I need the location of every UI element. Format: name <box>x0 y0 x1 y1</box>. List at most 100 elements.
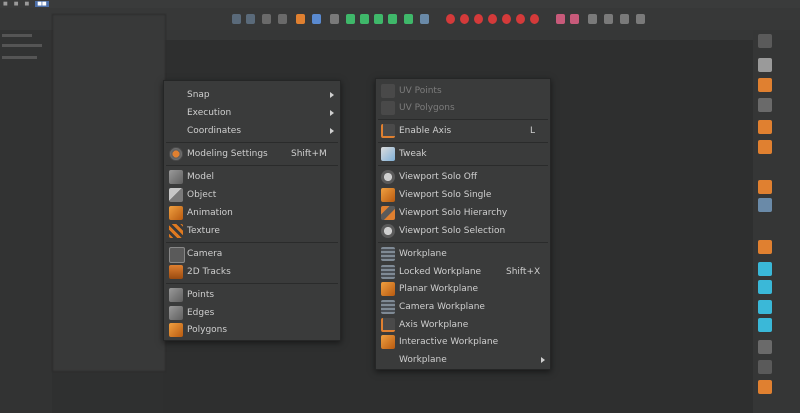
record-icon[interactable] <box>446 14 455 24</box>
menu-item-interactive-workplane[interactable]: Interactive Workplane <box>376 333 550 351</box>
record-icon[interactable] <box>530 14 539 24</box>
uv-polygons-icon <box>381 101 395 115</box>
menu-item-label: Viewport Solo Single <box>399 190 492 200</box>
toolbar-icon[interactable] <box>246 14 255 24</box>
menu-item-polygons[interactable]: Polygons <box>164 321 340 339</box>
menu-item-animation[interactable]: Animation <box>164 204 340 222</box>
menu-item-label: Model <box>187 172 215 182</box>
viewport-solo-selection-icon <box>381 224 395 238</box>
menu-separator <box>378 165 548 166</box>
record-icon[interactable] <box>474 14 483 24</box>
palette-icon[interactable] <box>758 180 772 194</box>
axis-workplane-icon <box>381 318 395 332</box>
menu-item-viewport-solo-selection[interactable]: Viewport Solo Selection <box>376 222 550 240</box>
toolbar-icon[interactable] <box>620 14 629 24</box>
menu-item-enable-axis[interactable]: Enable Axis L <box>376 122 550 140</box>
menu-item-object[interactable]: Object <box>164 186 340 204</box>
toolbar-icon[interactable] <box>262 14 271 24</box>
palette-icon[interactable] <box>758 34 772 48</box>
menu-item-label: Execution <box>187 108 232 118</box>
menu-item-uv-points[interactable]: UV Points <box>376 82 550 100</box>
toolbar-icon[interactable] <box>388 14 397 24</box>
toolbar-icon[interactable] <box>296 14 305 24</box>
menu-item-2d-tracks[interactable]: 2D Tracks <box>164 263 340 281</box>
palette-icon[interactable] <box>758 78 772 92</box>
menu-item-viewport-solo-single[interactable]: Viewport Solo Single <box>376 186 550 204</box>
uv-points-icon <box>381 84 395 98</box>
menu-item-planar-workplane[interactable]: Planar Workplane <box>376 280 550 298</box>
object-manager-panel <box>0 30 52 413</box>
palette-icon[interactable] <box>758 300 772 314</box>
toolbar-icon[interactable] <box>232 14 241 24</box>
menu-item-workplane[interactable]: Workplane <box>376 245 550 263</box>
menu-bar-item-active[interactable]: ■■ <box>35 1 49 7</box>
menu-item-label: Viewport Solo Hierarchy <box>399 208 508 218</box>
palette-icon[interactable] <box>758 318 772 332</box>
palette-icon[interactable] <box>758 58 772 72</box>
toolbar-icon[interactable] <box>404 14 413 24</box>
menu-item-edges[interactable]: Edges <box>164 304 340 322</box>
record-icon[interactable] <box>488 14 497 24</box>
toolbar-icon[interactable] <box>374 14 383 24</box>
palette-icon[interactable] <box>758 360 772 374</box>
menu-item-camera[interactable]: Camera <box>164 245 340 263</box>
menu-separator <box>378 242 548 243</box>
menu-item-snap[interactable]: Snap <box>164 86 340 104</box>
menu-item-viewport-solo-off[interactable]: Viewport Solo Off <box>376 168 550 186</box>
toolbar-icon[interactable] <box>346 14 355 24</box>
toolbar-icon[interactable] <box>636 14 645 24</box>
toolbar-icon[interactable] <box>312 14 321 24</box>
camera-workplane-icon <box>381 300 395 314</box>
menu-item-label: Camera <box>187 249 223 259</box>
toolbar-icon[interactable] <box>604 14 613 24</box>
menu-item-coordinates[interactable]: Coordinates <box>164 122 340 140</box>
menu-item-viewport-solo-hierarchy[interactable]: Viewport Solo Hierarchy <box>376 204 550 222</box>
menu-item-label: Locked Workplane <box>399 267 482 277</box>
toolbar-icon[interactable] <box>330 14 339 24</box>
palette-icon[interactable] <box>758 262 772 276</box>
menu-bar-item[interactable]: ■ <box>14 1 19 7</box>
palette-icon[interactable] <box>758 240 772 254</box>
menu-item-tweak[interactable]: Tweak <box>376 145 550 163</box>
toolbar-icon[interactable] <box>278 14 287 24</box>
record-icon[interactable] <box>502 14 511 24</box>
menu-item-modeling-settings[interactable]: Modeling Settings Shift+M <box>164 145 340 163</box>
palette-icon[interactable] <box>758 140 772 154</box>
menu-item-workplane-submenu[interactable]: Workplane <box>376 351 550 369</box>
palette-icon[interactable] <box>758 280 772 294</box>
palette-icon[interactable] <box>758 98 772 112</box>
toolbar-icon[interactable] <box>360 14 369 24</box>
toolbar-icon[interactable] <box>556 14 565 24</box>
menu-bar[interactable]: ■ ■ ■ ■■ <box>0 0 800 8</box>
menu-item-label: UV Points <box>399 86 442 96</box>
menu-item-model[interactable]: Model <box>164 168 340 186</box>
menu-item-texture[interactable]: Texture <box>164 222 340 240</box>
menu-bar-item[interactable]: ■ <box>24 1 29 7</box>
menu-item-shortcut: Shift+M <box>291 149 327 159</box>
palette-icon[interactable] <box>758 340 772 354</box>
2d-tracks-icon <box>169 265 183 279</box>
menu-item-label: Enable Axis <box>399 126 452 136</box>
record-icon[interactable] <box>516 14 525 24</box>
submenu-arrow-icon <box>330 92 334 98</box>
menu-separator <box>166 165 338 166</box>
palette-icon[interactable] <box>758 120 772 134</box>
record-icon[interactable] <box>460 14 469 24</box>
toolbar-icon[interactable] <box>570 14 579 24</box>
menu-item-label: Interactive Workplane <box>399 337 499 347</box>
menu-item-label: Camera Workplane <box>399 302 485 312</box>
menu-item-camera-workplane[interactable]: Camera Workplane <box>376 298 550 316</box>
menu-item-axis-workplane[interactable]: Axis Workplane <box>376 316 550 334</box>
menu-item-execution[interactable]: Execution <box>164 104 340 122</box>
menu-item-locked-workplane[interactable]: Locked Workplane Shift+X <box>376 263 550 281</box>
menu-item-label: Coordinates <box>187 126 242 136</box>
toolbar-icon[interactable] <box>588 14 597 24</box>
palette-icon[interactable] <box>758 198 772 212</box>
menu-item-label: Axis Workplane <box>399 320 469 330</box>
menu-item-points[interactable]: Points <box>164 286 340 304</box>
palette-icon[interactable] <box>758 380 772 394</box>
menu-item-uv-polygons[interactable]: UV Polygons <box>376 99 550 117</box>
toolbar-icon[interactable] <box>420 14 429 24</box>
menu-item-label: Object <box>187 190 217 200</box>
menu-bar-item[interactable]: ■ <box>3 1 8 7</box>
